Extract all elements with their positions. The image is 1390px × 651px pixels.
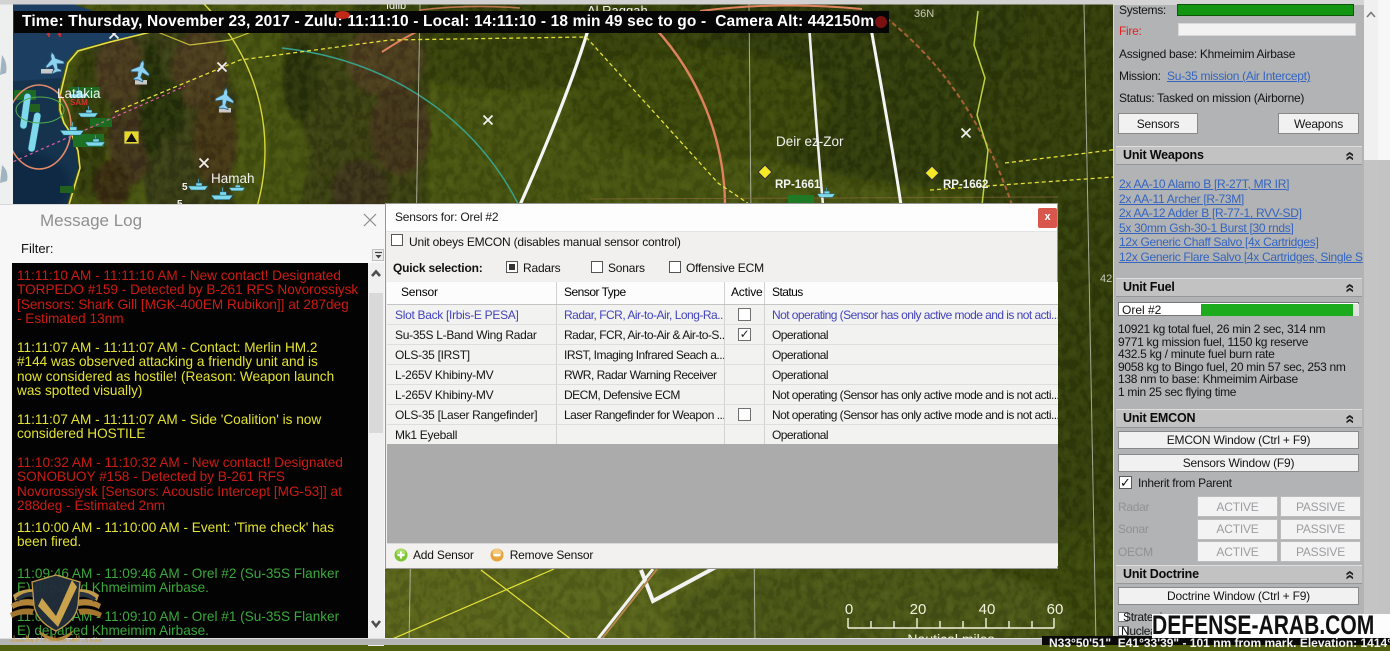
svg-text:RP-1661: RP-1661: [775, 179, 821, 191]
svg-text:0: 0: [845, 601, 853, 618]
svg-text:60: 60: [1047, 601, 1064, 618]
svg-text:Hamah: Hamah: [211, 171, 255, 186]
svg-text:36N: 36N: [914, 8, 934, 20]
svg-text:42: 42: [1100, 273, 1112, 285]
svg-text:Deir ez-Zor: Deir ez-Zor: [776, 134, 844, 149]
svg-text:RP-1662: RP-1662: [943, 179, 988, 191]
svg-text:40: 40: [979, 601, 996, 618]
svg-text:20: 20: [910, 601, 927, 618]
svg-text:SAM: SAM: [70, 98, 88, 107]
svg-text:5: 5: [182, 182, 188, 193]
svg-text:المنتدى العربي للدفاع والتسليح: المنتدى العربي للدفاع والتسليح: [10, 635, 102, 643]
